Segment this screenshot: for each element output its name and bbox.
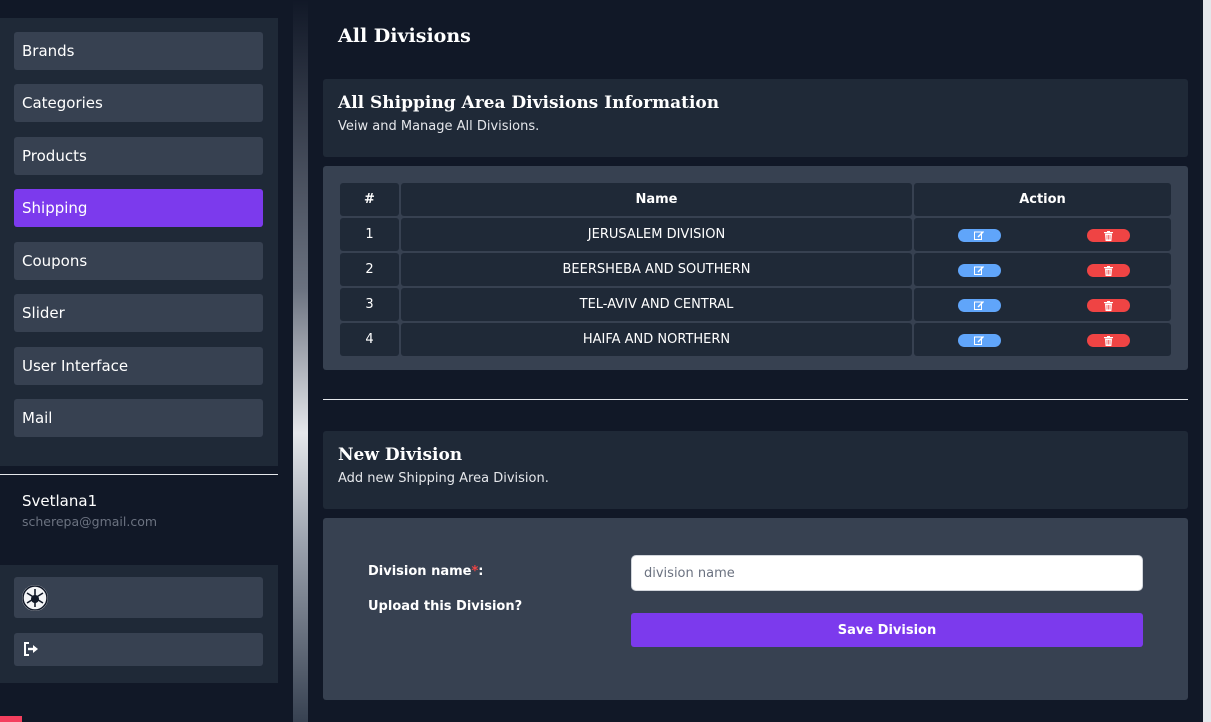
division-name-label: Division name*:	[368, 564, 484, 579]
card-title: All Shipping Area Divisions Information	[338, 93, 720, 113]
trash-icon	[1104, 335, 1113, 346]
trash-icon	[1104, 300, 1113, 311]
sidebar-item-user-interface[interactable]: User Interface	[14, 347, 263, 385]
row-division-name: TEL-AVIV AND CENTRAL	[401, 288, 912, 321]
save-division-button[interactable]: Save Division	[631, 613, 1143, 647]
sidebar-item-slider[interactable]: Slider	[14, 294, 263, 332]
sidebar-account-panel	[0, 565, 278, 683]
card-subtitle: Add new Shipping Area Division.	[338, 471, 549, 486]
edit-icon	[974, 336, 984, 345]
row-number: 4	[340, 323, 399, 356]
new-division-card: New Division Add new Shipping Area Divis…	[323, 431, 1188, 509]
trash-icon	[1104, 230, 1113, 241]
column-header-number: #	[340, 183, 399, 216]
divisions-table-card: # Name Action 1 JERUSALEM DIVISION 2 BEERSH…	[323, 166, 1188, 370]
delete-button[interactable]	[1087, 299, 1130, 312]
edit-button[interactable]	[958, 334, 1001, 347]
avatar-icon	[22, 585, 48, 611]
row-actions	[914, 288, 1171, 321]
new-division-form: Division name*: Upload this Division? Sa…	[323, 518, 1188, 700]
user-name: Svetlana1	[22, 492, 98, 510]
table-header-row: # Name Action	[340, 183, 1171, 216]
division-name-label-text: Division name	[368, 564, 472, 579]
edit-button[interactable]	[958, 229, 1001, 242]
upload-division-label: Upload this Division?	[368, 599, 523, 614]
page-gutter	[293, 0, 308, 722]
divisions-info-card: All Shipping Area Divisions Information …	[323, 79, 1188, 157]
trash-icon	[1104, 265, 1113, 276]
sidebar-item-products[interactable]: Products	[14, 137, 263, 175]
user-email: scherepa@gmail.com	[22, 514, 158, 529]
table-row: 2 BEERSHEBA AND SOUTHERN	[340, 253, 1171, 286]
table-row: 3 TEL-AVIV AND CENTRAL	[340, 288, 1171, 321]
row-number: 1	[340, 218, 399, 251]
delete-button[interactable]	[1087, 264, 1130, 277]
profile-button[interactable]	[14, 577, 263, 618]
column-header-name: Name	[401, 183, 912, 216]
sidebar-divider	[0, 474, 278, 475]
logout-icon	[22, 640, 40, 662]
row-number: 3	[340, 288, 399, 321]
sidebar: Brands Categories Products Shipping Coup…	[0, 0, 293, 722]
row-number: 2	[340, 253, 399, 286]
scroll-gutter	[1203, 0, 1211, 722]
divisions-table: # Name Action 1 JERUSALEM DIVISION 2 BEERSH…	[338, 181, 1173, 358]
edit-button[interactable]	[958, 299, 1001, 312]
card-subtitle: Veiw and Manage All Divisions.	[338, 119, 540, 134]
sidebar-item-coupons[interactable]: Coupons	[14, 242, 263, 280]
edit-button[interactable]	[958, 264, 1001, 277]
label-colon: :	[478, 564, 484, 579]
sidebar-item-shipping[interactable]: Shipping	[14, 189, 263, 227]
row-division-name: BEERSHEBA AND SOUTHERN	[401, 253, 912, 286]
sidebar-item-mail[interactable]: Mail	[14, 399, 263, 437]
row-actions	[914, 253, 1171, 286]
table-row: 1 JERUSALEM DIVISION	[340, 218, 1171, 251]
sidebar-nav: Brands Categories Products Shipping Coup…	[0, 18, 278, 466]
sidebar-item-brands[interactable]: Brands	[14, 32, 263, 70]
edit-icon	[974, 301, 984, 310]
column-header-action: Action	[914, 183, 1171, 216]
section-divider	[323, 399, 1188, 400]
table-row: 4 HAIFA AND NORTHERN	[340, 323, 1171, 356]
sidebar-item-categories[interactable]: Categories	[14, 84, 263, 122]
row-actions	[914, 323, 1171, 356]
card-title: New Division	[338, 445, 463, 465]
row-division-name: JERUSALEM DIVISION	[401, 218, 912, 251]
row-division-name: HAIFA AND NORTHERN	[401, 323, 912, 356]
delete-button[interactable]	[1087, 334, 1130, 347]
edit-icon	[974, 231, 984, 240]
main-content: All Divisions All Shipping Area Division…	[308, 0, 1203, 716]
logout-button[interactable]	[14, 633, 263, 666]
edit-icon	[974, 266, 984, 275]
page-title: All Divisions	[338, 25, 471, 47]
division-name-input[interactable]	[631, 555, 1143, 591]
row-actions	[914, 218, 1171, 251]
corner-indicator	[0, 716, 22, 722]
delete-button[interactable]	[1087, 229, 1130, 242]
